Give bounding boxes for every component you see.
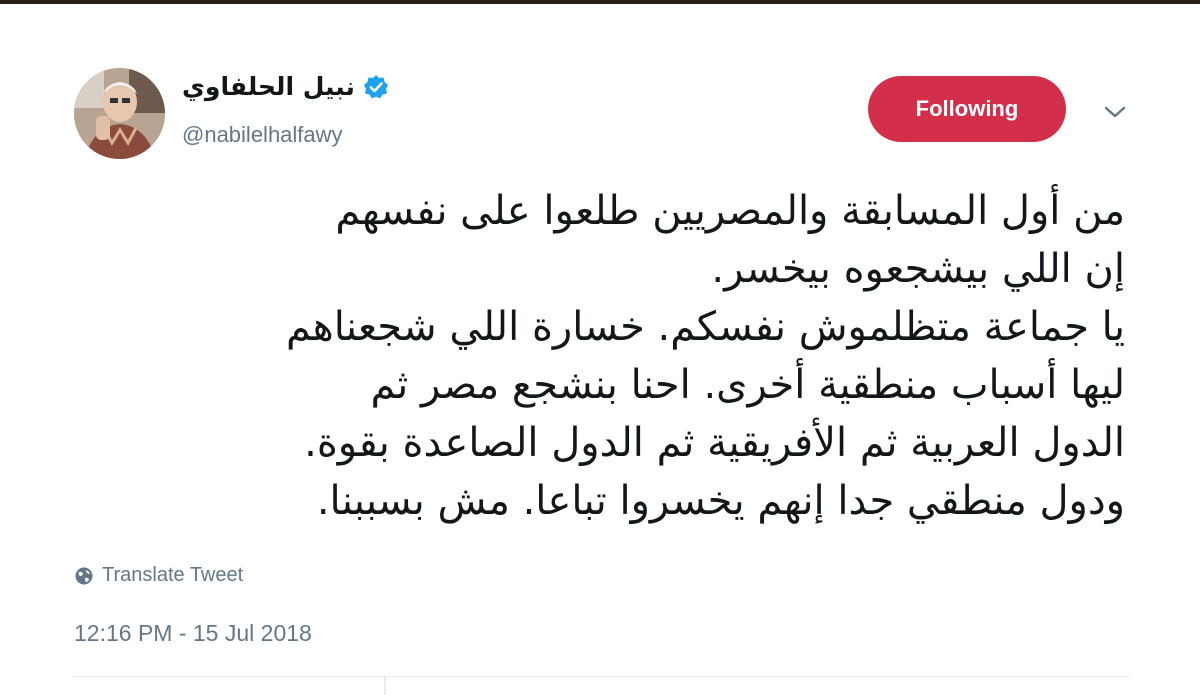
tweet-text-line: إن اللي بيشجعوه بيخسر. xyxy=(711,246,1125,292)
translate-tweet-label: Translate Tweet xyxy=(102,564,244,586)
user-identity: نبيل الحلفاوي xyxy=(182,72,389,101)
following-button[interactable]: Following xyxy=(868,76,1066,142)
chevron-down-icon[interactable] xyxy=(1100,100,1130,124)
divider-tick xyxy=(384,677,386,695)
verified-badge-icon xyxy=(363,74,389,100)
translate-tweet-link[interactable]: Translate Tweet xyxy=(74,564,243,587)
display-name[interactable]: نبيل الحلفاوي xyxy=(182,72,355,101)
divider xyxy=(74,676,1130,677)
tweet-text-line: من أول المسابقة والمصريين طلعوا على نفسه… xyxy=(335,188,1125,234)
tweet-text-line: ليها أسباب منطقية أخرى. احنا بنشجع مصر ث… xyxy=(370,362,1125,408)
tweet-text-line: يا جماعة متظلموش نفسكم. خسارة اللي شجعنا… xyxy=(286,304,1125,350)
tweet-card: نبيل الحلفاوي @nabilelhalfawy Following … xyxy=(0,4,1200,695)
globe-icon xyxy=(74,566,94,586)
tweet-text: من أول المسابقة والمصريين طلعوا على نفسه… xyxy=(65,182,1125,530)
tweet-text-line: الدول العربية ثم الأفريقية ثم الدول الصا… xyxy=(304,420,1125,466)
user-handle[interactable]: @nabilelhalfawy xyxy=(182,122,343,148)
tweet-timestamp[interactable]: 12:16 PM - 15 Jul 2018 xyxy=(74,620,312,647)
tweet-text-line: ودول منطقي جدا إنهم يخسروا تباعا. مش بسب… xyxy=(316,478,1125,524)
avatar[interactable] xyxy=(74,68,165,159)
